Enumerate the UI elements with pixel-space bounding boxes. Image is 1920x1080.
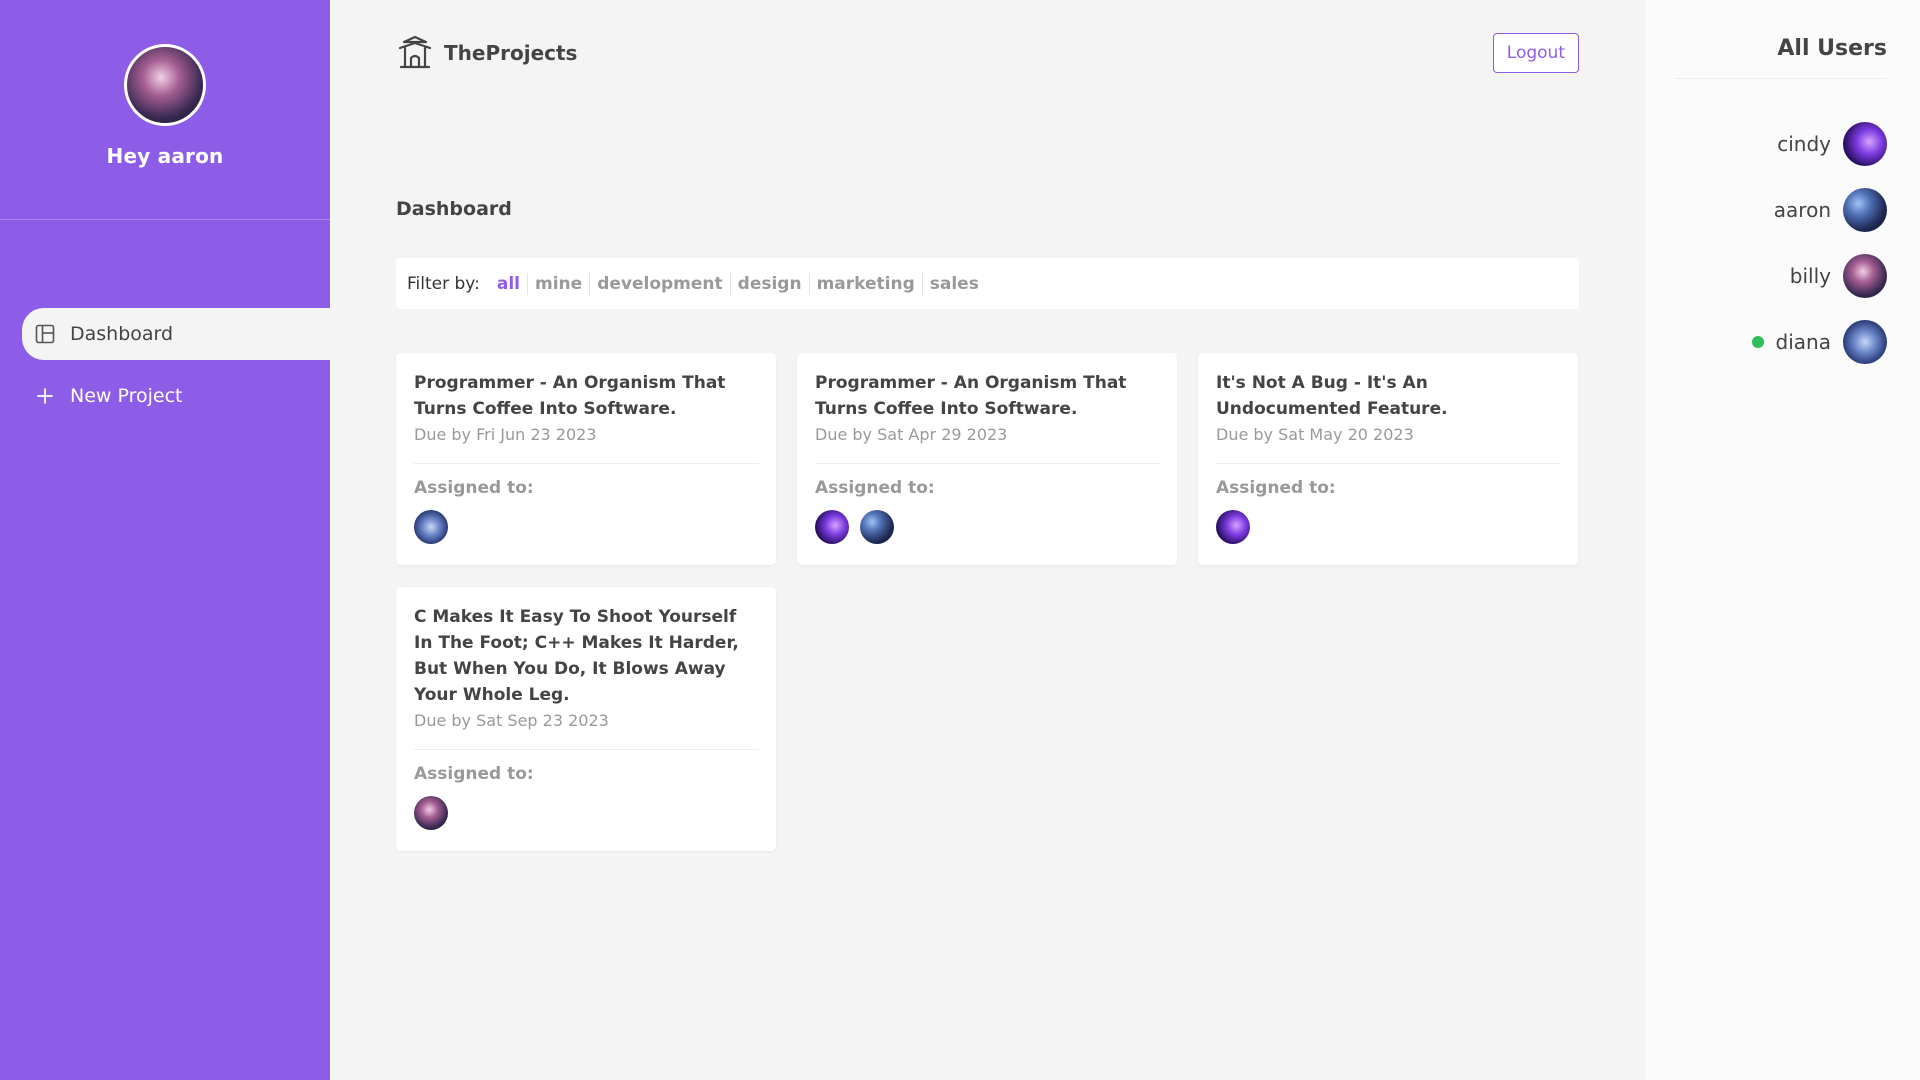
filter-label: Filter by:: [407, 273, 480, 294]
assignee-list: [815, 510, 1160, 545]
assigned-label: Assigned to:: [1216, 478, 1336, 498]
sidebar-item-dashboard[interactable]: Dashboard: [22, 308, 330, 360]
avatar: [1843, 122, 1887, 166]
greeting: Hey aaron: [106, 144, 224, 168]
project-list: Programmer - An Organism That Turns Coff…: [396, 353, 1579, 851]
assignee-list: [414, 510, 759, 545]
user-item[interactable]: aaron: [1752, 188, 1887, 232]
user-name: billy: [1789, 264, 1831, 288]
project-card[interactable]: C Makes It Easy To Shoot Yourself In The…: [396, 587, 776, 851]
filter-option-mine[interactable]: mine: [528, 272, 591, 295]
avatar: [414, 510, 448, 544]
current-user-avatar: [124, 44, 206, 126]
divider: [414, 463, 759, 464]
page-title: Dashboard: [396, 198, 512, 220]
sidebar-user-section: Hey aaron: [0, 0, 330, 220]
avatar: [1843, 320, 1887, 364]
divider: [1675, 78, 1887, 79]
avatar: [1843, 254, 1887, 298]
avatar: [860, 510, 894, 544]
main-content: TheProjects Logout Dashboard Filter by: …: [330, 0, 1645, 1080]
sidebar-item-label: New Project: [70, 385, 183, 407]
project-card[interactable]: It's Not A Bug - It's An Undocumented Fe…: [1198, 353, 1578, 565]
assignee-list: [1216, 510, 1561, 545]
filter-option-all[interactable]: all: [490, 272, 528, 295]
online-status-dot: [1751, 336, 1764, 348]
user-item[interactable]: billy: [1752, 254, 1887, 298]
sidebar-item-new-project[interactable]: New Project: [22, 370, 330, 422]
project-due-date: Due by Sat Sep 23 2023: [414, 711, 609, 730]
dashboard-icon: [34, 323, 56, 345]
user-name: cindy: [1777, 132, 1831, 156]
user-name: diana: [1775, 330, 1831, 354]
plus-icon: [34, 385, 56, 407]
user-list: cindy aaron billy diana: [1751, 122, 1887, 386]
users-panel: All Users cindy aaron billy diana: [1645, 0, 1920, 1080]
temple-icon: [396, 34, 434, 72]
project-card[interactable]: Programmer - An Organism That Turns Coff…: [797, 353, 1177, 565]
logout-button[interactable]: Logout: [1492, 33, 1579, 73]
filter-bar: Filter by: all mine development design m…: [396, 258, 1579, 309]
sidebar-item-label: Dashboard: [70, 323, 174, 345]
users-title: All Users: [1777, 36, 1887, 61]
avatar: [1843, 188, 1887, 232]
project-title: Programmer - An Organism That Turns Coff…: [414, 373, 726, 419]
avatar: [1216, 510, 1250, 544]
project-due-date: Due by Fri Jun 23 2023: [414, 425, 597, 444]
brand[interactable]: TheProjects: [396, 34, 577, 72]
divider: [815, 463, 1160, 464]
divider: [1216, 463, 1561, 464]
assigned-label: Assigned to:: [815, 478, 935, 498]
filter-option-design[interactable]: design: [731, 272, 810, 295]
user-name: aaron: [1773, 198, 1831, 222]
avatar: [414, 796, 448, 830]
divider: [414, 749, 759, 750]
user-item[interactable]: diana: [1751, 320, 1887, 364]
assigned-label: Assigned to:: [414, 478, 534, 498]
filter-option-sales[interactable]: sales: [923, 273, 986, 295]
brand-name: TheProjects: [444, 41, 578, 65]
project-title: Programmer - An Organism That Turns Coff…: [815, 373, 1127, 419]
project-due-date: Due by Sat Apr 29 2023: [815, 425, 1008, 444]
project-card[interactable]: Programmer - An Organism That Turns Coff…: [396, 353, 776, 565]
sidebar-nav: Dashboard New Project: [0, 308, 330, 422]
assigned-label: Assigned to:: [414, 764, 534, 784]
filter-option-marketing[interactable]: marketing: [810, 272, 923, 295]
user-item[interactable]: cindy: [1752, 122, 1887, 166]
assignee-list: [414, 796, 759, 831]
avatar: [815, 510, 849, 544]
project-due-date: Due by Sat May 20 2023: [1216, 425, 1414, 444]
filter-option-development[interactable]: development: [590, 272, 731, 295]
project-title: C Makes It Easy To Shoot Yourself In The…: [414, 607, 739, 705]
sidebar: Hey aaron Dashboard New Project: [0, 0, 330, 1080]
top-bar: TheProjects Logout: [396, 30, 1579, 76]
project-title: It's Not A Bug - It's An Undocumented Fe…: [1216, 373, 1448, 419]
